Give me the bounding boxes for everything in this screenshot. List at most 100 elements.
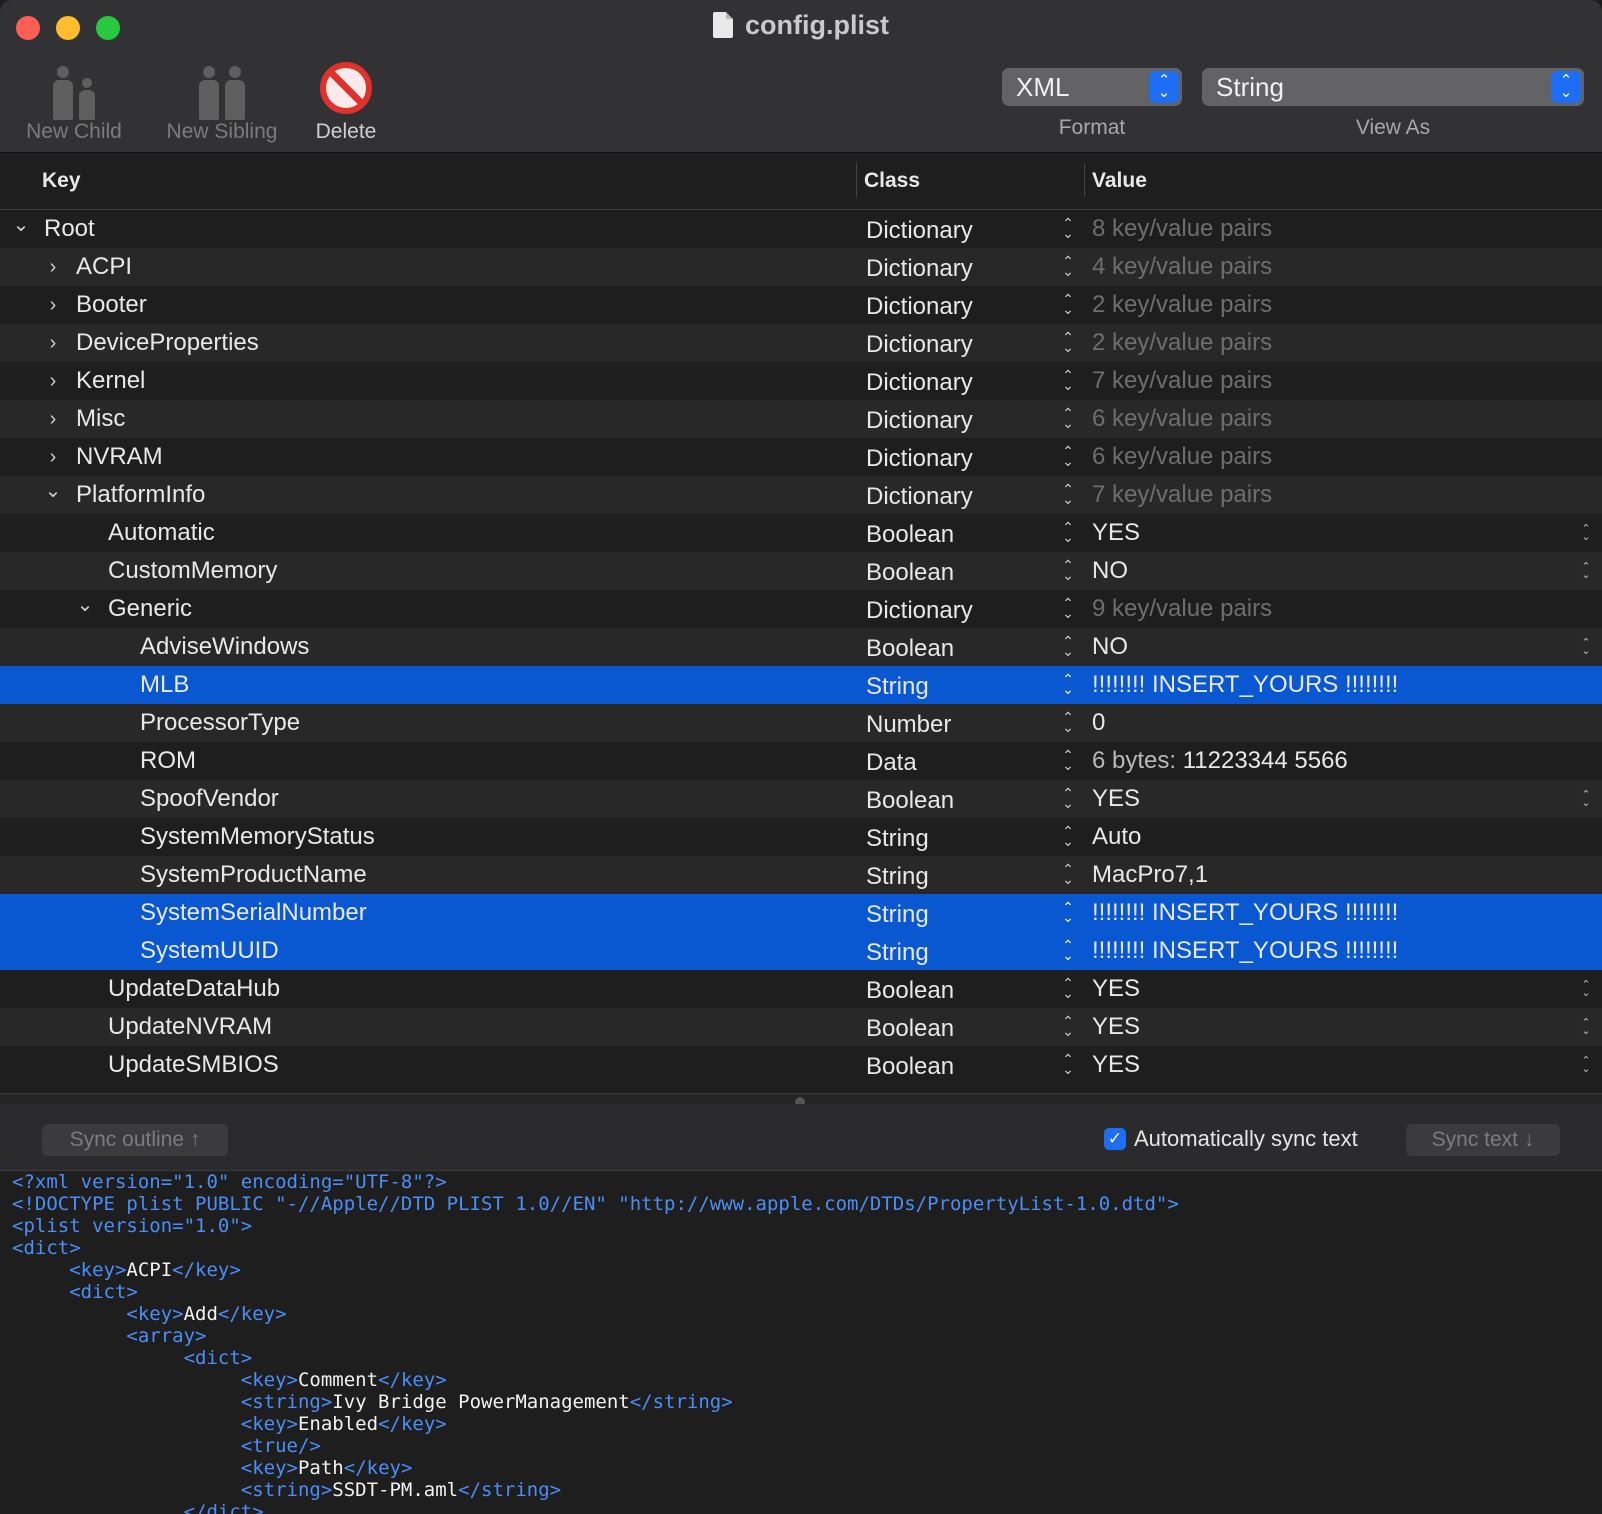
plist-outline-view[interactable]: Key Class Value ⌄ Root Dictionary ⌃ ⌄ 8 key/v… (0, 153, 1602, 1093)
row-value[interactable]: 7 key/value pairs (1092, 367, 1272, 395)
row-class[interactable]: Boolean (866, 635, 954, 663)
row-value[interactable]: YES (1092, 519, 1140, 547)
row-key[interactable]: PlatformInfo (76, 481, 205, 509)
outline-row[interactable]: › Booter Dictionary ⌃ ⌄ 2 key/value pairs (0, 286, 1602, 324)
row-value[interactable]: NO (1092, 633, 1128, 661)
row-key[interactable]: UpdateDataHub (108, 975, 280, 1003)
value-popup-icon[interactable]: ⌃ ⌄ (1579, 1056, 1593, 1075)
sync-outline-button[interactable]: Sync outline ↑ (42, 1124, 228, 1156)
class-stepper-icon[interactable]: ⌃ ⌄ (1060, 1014, 1076, 1038)
row-class[interactable]: Dictionary (866, 597, 973, 625)
value-popup-icon[interactable]: ⌃ ⌄ (1579, 562, 1593, 581)
row-value[interactable]: YES (1092, 975, 1140, 1003)
disclosure-collapsed-icon[interactable]: › (44, 446, 62, 469)
outline-row[interactable]: ⌄ Generic Dictionary ⌃ ⌄ 9 key/value pairs (0, 590, 1602, 628)
class-stepper-icon[interactable]: ⌃ ⌄ (1060, 900, 1076, 924)
row-class[interactable]: String (866, 863, 929, 891)
row-key[interactable]: NVRAM (76, 443, 163, 471)
disclosure-expanded-icon[interactable]: ⌄ (12, 212, 30, 237)
row-key[interactable]: DeviceProperties (76, 329, 259, 357)
outline-row[interactable]: Automatic Boolean ⌃ ⌄ YES ⌃ ⌄ (0, 514, 1602, 552)
row-key[interactable]: ACPI (76, 253, 132, 281)
class-stepper-icon[interactable]: ⌃ ⌄ (1060, 862, 1076, 886)
class-stepper-icon[interactable]: ⌃ ⌄ (1060, 938, 1076, 962)
class-stepper-icon[interactable]: ⌃ ⌄ (1060, 634, 1076, 658)
disclosure-collapsed-icon[interactable]: › (44, 256, 62, 279)
row-value[interactable]: 4 key/value pairs (1092, 253, 1272, 281)
row-class[interactable]: Dictionary (866, 255, 973, 283)
value-popup-icon[interactable]: ⌃ ⌄ (1579, 524, 1593, 543)
outline-row[interactable]: SystemProductName String ⌃ ⌄ MacPro7,1 (0, 856, 1602, 894)
disclosure-collapsed-icon[interactable]: › (44, 370, 62, 393)
row-key[interactable]: Misc (76, 405, 125, 433)
row-value[interactable]: 6 key/value pairs (1092, 405, 1272, 433)
row-value[interactable]: MacPro7,1 (1092, 861, 1208, 889)
outline-row[interactable]: CustomMemory Boolean ⌃ ⌄ NO ⌃ ⌄ (0, 552, 1602, 590)
class-stepper-icon[interactable]: ⌃ ⌄ (1060, 748, 1076, 772)
row-value[interactable]: !!!!!!!! INSERT_YOURS !!!!!!!! (1092, 937, 1398, 965)
row-class[interactable]: Boolean (866, 559, 954, 587)
row-value[interactable]: 2 key/value pairs (1092, 291, 1272, 319)
outline-row[interactable]: SystemMemoryStatus String ⌃ ⌄ Auto (0, 818, 1602, 856)
class-stepper-icon[interactable]: ⌃ ⌄ (1060, 254, 1076, 278)
row-value[interactable]: YES (1092, 1051, 1140, 1079)
row-key[interactable]: CustomMemory (108, 557, 277, 585)
outline-row[interactable]: UpdateNVRAM Boolean ⌃ ⌄ YES ⌃ ⌄ (0, 1008, 1602, 1046)
row-class[interactable]: Dictionary (866, 217, 973, 245)
disclosure-collapsed-icon[interactable]: › (44, 294, 62, 317)
row-key[interactable]: SpoofVendor (140, 785, 279, 813)
outline-row[interactable]: UpdateSMBIOS Boolean ⌃ ⌄ YES ⌃ ⌄ (0, 1046, 1602, 1084)
outline-row[interactable]: › DeviceProperties Dictionary ⌃ ⌄ 2 key/value… (0, 324, 1602, 362)
row-value[interactable]: !!!!!!!! INSERT_YOURS !!!!!!!! (1092, 899, 1398, 927)
row-key[interactable]: SystemMemoryStatus (140, 823, 375, 851)
row-key[interactable]: Automatic (108, 519, 215, 547)
value-popup-icon[interactable]: ⌃ ⌄ (1579, 1018, 1593, 1037)
class-stepper-icon[interactable]: ⌃ ⌄ (1060, 558, 1076, 582)
disclosure-expanded-icon[interactable]: ⌄ (76, 592, 94, 617)
row-value[interactable]: 6 key/value pairs (1092, 443, 1272, 471)
row-value[interactable]: 2 key/value pairs (1092, 329, 1272, 357)
row-value[interactable]: 0 (1092, 709, 1105, 737)
class-stepper-icon[interactable]: ⌃ ⌄ (1060, 976, 1076, 1000)
row-key[interactable]: Root (44, 215, 95, 243)
row-class[interactable]: Boolean (866, 1053, 954, 1081)
row-value[interactable]: 8 key/value pairs (1092, 215, 1272, 243)
row-key[interactable]: Booter (76, 291, 147, 319)
outline-row[interactable]: MLB String ⌃ ⌄ !!!!!!!! INSERT_YOURS !!!!!!!… (0, 666, 1602, 704)
row-key[interactable]: UpdateSMBIOS (108, 1051, 279, 1079)
row-class[interactable]: Data (866, 749, 917, 777)
outline-row[interactable]: › ACPI Dictionary ⌃ ⌄ 4 key/value pairs (0, 248, 1602, 286)
row-class[interactable]: Boolean (866, 521, 954, 549)
row-class[interactable]: Dictionary (866, 407, 973, 435)
outline-row[interactable]: › Misc Dictionary ⌃ ⌄ 6 key/value pairs (0, 400, 1602, 438)
new-child-button[interactable]: New Child (18, 58, 130, 144)
row-class[interactable]: Number (866, 711, 951, 739)
class-stepper-icon[interactable]: ⌃ ⌄ (1060, 330, 1076, 354)
class-stepper-icon[interactable]: ⌃ ⌄ (1060, 406, 1076, 430)
outline-row[interactable]: › Kernel Dictionary ⌃ ⌄ 7 key/value pairs (0, 362, 1602, 400)
outline-row[interactable]: UpdateDataHub Boolean ⌃ ⌄ YES ⌃ ⌄ (0, 970, 1602, 1008)
row-key[interactable]: Generic (108, 595, 192, 623)
row-key[interactable]: SystemUUID (140, 937, 279, 965)
outline-row[interactable]: › NVRAM Dictionary ⌃ ⌄ 6 key/value pairs (0, 438, 1602, 476)
row-class[interactable]: Dictionary (866, 483, 973, 511)
format-popup[interactable]: XML ⌃ ⌄ (1002, 68, 1182, 106)
row-class[interactable]: Boolean (866, 977, 954, 1005)
outline-row[interactable]: ROM Data ⌃ ⌄ 6 bytes: 11223344 5566 (0, 742, 1602, 780)
auto-sync-checkbox[interactable]: ✓ (1104, 1128, 1126, 1150)
new-sibling-button[interactable]: New Sibling (158, 58, 286, 144)
row-class[interactable]: String (866, 939, 929, 967)
row-class[interactable]: Dictionary (866, 369, 973, 397)
row-value[interactable]: Auto (1092, 823, 1141, 851)
delete-button[interactable]: Delete (308, 58, 384, 144)
class-stepper-icon[interactable]: ⌃ ⌄ (1060, 520, 1076, 544)
outline-row[interactable]: ⌄ Root Dictionary ⌃ ⌄ 8 key/value pairs (0, 210, 1602, 248)
row-class[interactable]: Dictionary (866, 445, 973, 473)
row-value[interactable]: YES (1092, 1013, 1140, 1041)
outline-row[interactable]: SystemSerialNumber String ⌃ ⌄ !!!!!!!! INSER… (0, 894, 1602, 932)
row-value[interactable]: 6 bytes: 11223344 5566 (1092, 747, 1348, 775)
value-popup-icon[interactable]: ⌃ ⌄ (1579, 980, 1593, 999)
outline-row[interactable]: SystemUUID String ⌃ ⌄ !!!!!!!! INSERT_YOURS … (0, 932, 1602, 970)
row-key[interactable]: AdviseWindows (140, 633, 309, 661)
class-stepper-icon[interactable]: ⌃ ⌄ (1060, 1052, 1076, 1076)
